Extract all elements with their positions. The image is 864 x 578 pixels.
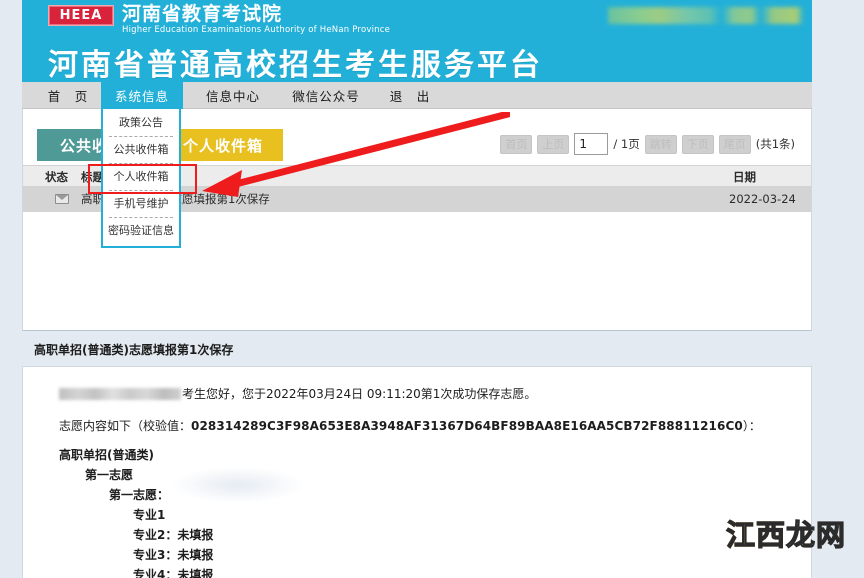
dropdown-item-phone-maintenance[interactable]: 手机号维护 bbox=[103, 192, 179, 216]
dropdown-item-public-inbox[interactable]: 公共收件箱 bbox=[103, 138, 179, 162]
pagination-jump-button[interactable]: 跳转 bbox=[645, 135, 677, 154]
tab-private-inbox[interactable]: 个人收件箱 bbox=[163, 129, 283, 161]
detail-greeting-text: 考生您好，您于2022年03月24日 09:11:20第1次成功保存志愿。 bbox=[182, 385, 536, 402]
site-logo-group: HEEA 河南省教育考试院 Higher Education Examinati… bbox=[48, 3, 390, 36]
pagination-last-button[interactable]: 尾页 bbox=[719, 135, 751, 154]
nav-item-logout[interactable]: 退 出 bbox=[374, 82, 446, 109]
tree-node: 第一志愿： bbox=[59, 485, 213, 505]
site-logo-text: 河南省教育考试院 Higher Education Examinations A… bbox=[122, 3, 390, 36]
row-date: 2022-03-24 bbox=[729, 187, 796, 212]
column-header-date: 日期 bbox=[733, 166, 756, 188]
dropdown-item-policy-announcement[interactable]: 政策公告 bbox=[103, 111, 179, 135]
system-info-dropdown-menu: 政策公告 公共收件箱 个人收件箱 手机号维护 密码验证信息 bbox=[101, 109, 181, 248]
nav-item-info-center[interactable]: 信息中心 bbox=[192, 82, 274, 109]
heea-logo-icon: HEEA bbox=[48, 5, 114, 26]
org-name-en: Higher Education Examinations Authority … bbox=[122, 25, 390, 36]
pagination-prev-button[interactable]: 上页 bbox=[537, 135, 569, 154]
pagination-total-pages: / 1页 bbox=[613, 136, 639, 152]
dropdown-divider bbox=[109, 190, 173, 191]
dropdown-divider bbox=[109, 136, 173, 137]
nav-item-home[interactable]: 首 页 bbox=[32, 82, 104, 109]
screenshot-root: HEEA 河南省教育考试院 Higher Education Examinati… bbox=[0, 0, 864, 578]
dropdown-divider bbox=[109, 217, 173, 218]
tree-node: 专业4：未填报 bbox=[59, 565, 213, 578]
redacted-user-info bbox=[608, 7, 804, 24]
detail-checksum-line: 志愿内容如下（校验值：028314289C3F98A653E8A3948AF31… bbox=[59, 417, 761, 434]
checksum-label: 志愿内容如下（校验值： bbox=[59, 419, 191, 433]
nav-item-wechat[interactable]: 微信公众号 bbox=[280, 82, 372, 109]
page-title: 河南省普通高校招生考生服务平台 bbox=[48, 40, 543, 82]
pagination-next-button[interactable]: 下页 bbox=[682, 135, 714, 154]
tree-node: 专业2：未填报 bbox=[59, 525, 213, 545]
page-left-margin bbox=[0, 0, 22, 578]
tree-node: 第一志愿 bbox=[59, 465, 213, 485]
dropdown-item-password-verification[interactable]: 密码验证信息 bbox=[103, 219, 179, 243]
detail-greeting-line: 考生您好，您于2022年03月24日 09:11:20第1次成功保存志愿。 bbox=[59, 385, 536, 402]
detail-panel-body: 考生您好，您于2022年03月24日 09:11:20第1次成功保存志愿。 志愿… bbox=[22, 366, 812, 578]
org-name-cn: 河南省教育考试院 bbox=[122, 3, 390, 25]
tree-node: 专业3：未填报 bbox=[59, 545, 213, 565]
redacted-student-name bbox=[59, 388, 181, 400]
checksum-tail: ）： bbox=[743, 419, 761, 433]
checksum-value: 028314289C3F98A653E8A3948AF31367D64BF89B… bbox=[191, 419, 743, 433]
pagination-page-input[interactable] bbox=[574, 133, 608, 155]
column-header-status: 状态 bbox=[45, 166, 68, 188]
tree-node: 高职单招(普通类) bbox=[59, 445, 213, 465]
tree-node: 专业1 bbox=[59, 505, 213, 525]
envelope-icon bbox=[55, 194, 69, 204]
detail-panel-title: 高职单招(普通类)志愿填报第1次保存 bbox=[22, 337, 812, 363]
dropdown-divider bbox=[109, 163, 173, 164]
pagination-record-count: (共1条) bbox=[756, 136, 795, 152]
pagination-first-button[interactable]: 首页 bbox=[500, 135, 532, 154]
site-watermark: 江西龙网 bbox=[726, 512, 846, 554]
pagination-controls: 首页 上页 / 1页 跳转 下页 尾页 (共1条) bbox=[500, 133, 795, 155]
nav-item-system-info[interactable]: 系统信息 bbox=[101, 82, 183, 109]
volunteer-detail-tree: 高职单招(普通类) 第一志愿 第一志愿： 专业1 专业2：未填报 专业3：未填报… bbox=[59, 445, 213, 578]
site-header-banner: HEEA 河南省教育考试院 Higher Education Examinati… bbox=[22, 0, 812, 82]
main-navbar: 首 页 系统信息 信息中心 微信公众号 退 出 bbox=[22, 82, 812, 109]
dropdown-item-personal-inbox[interactable]: 个人收件箱 bbox=[103, 165, 179, 189]
